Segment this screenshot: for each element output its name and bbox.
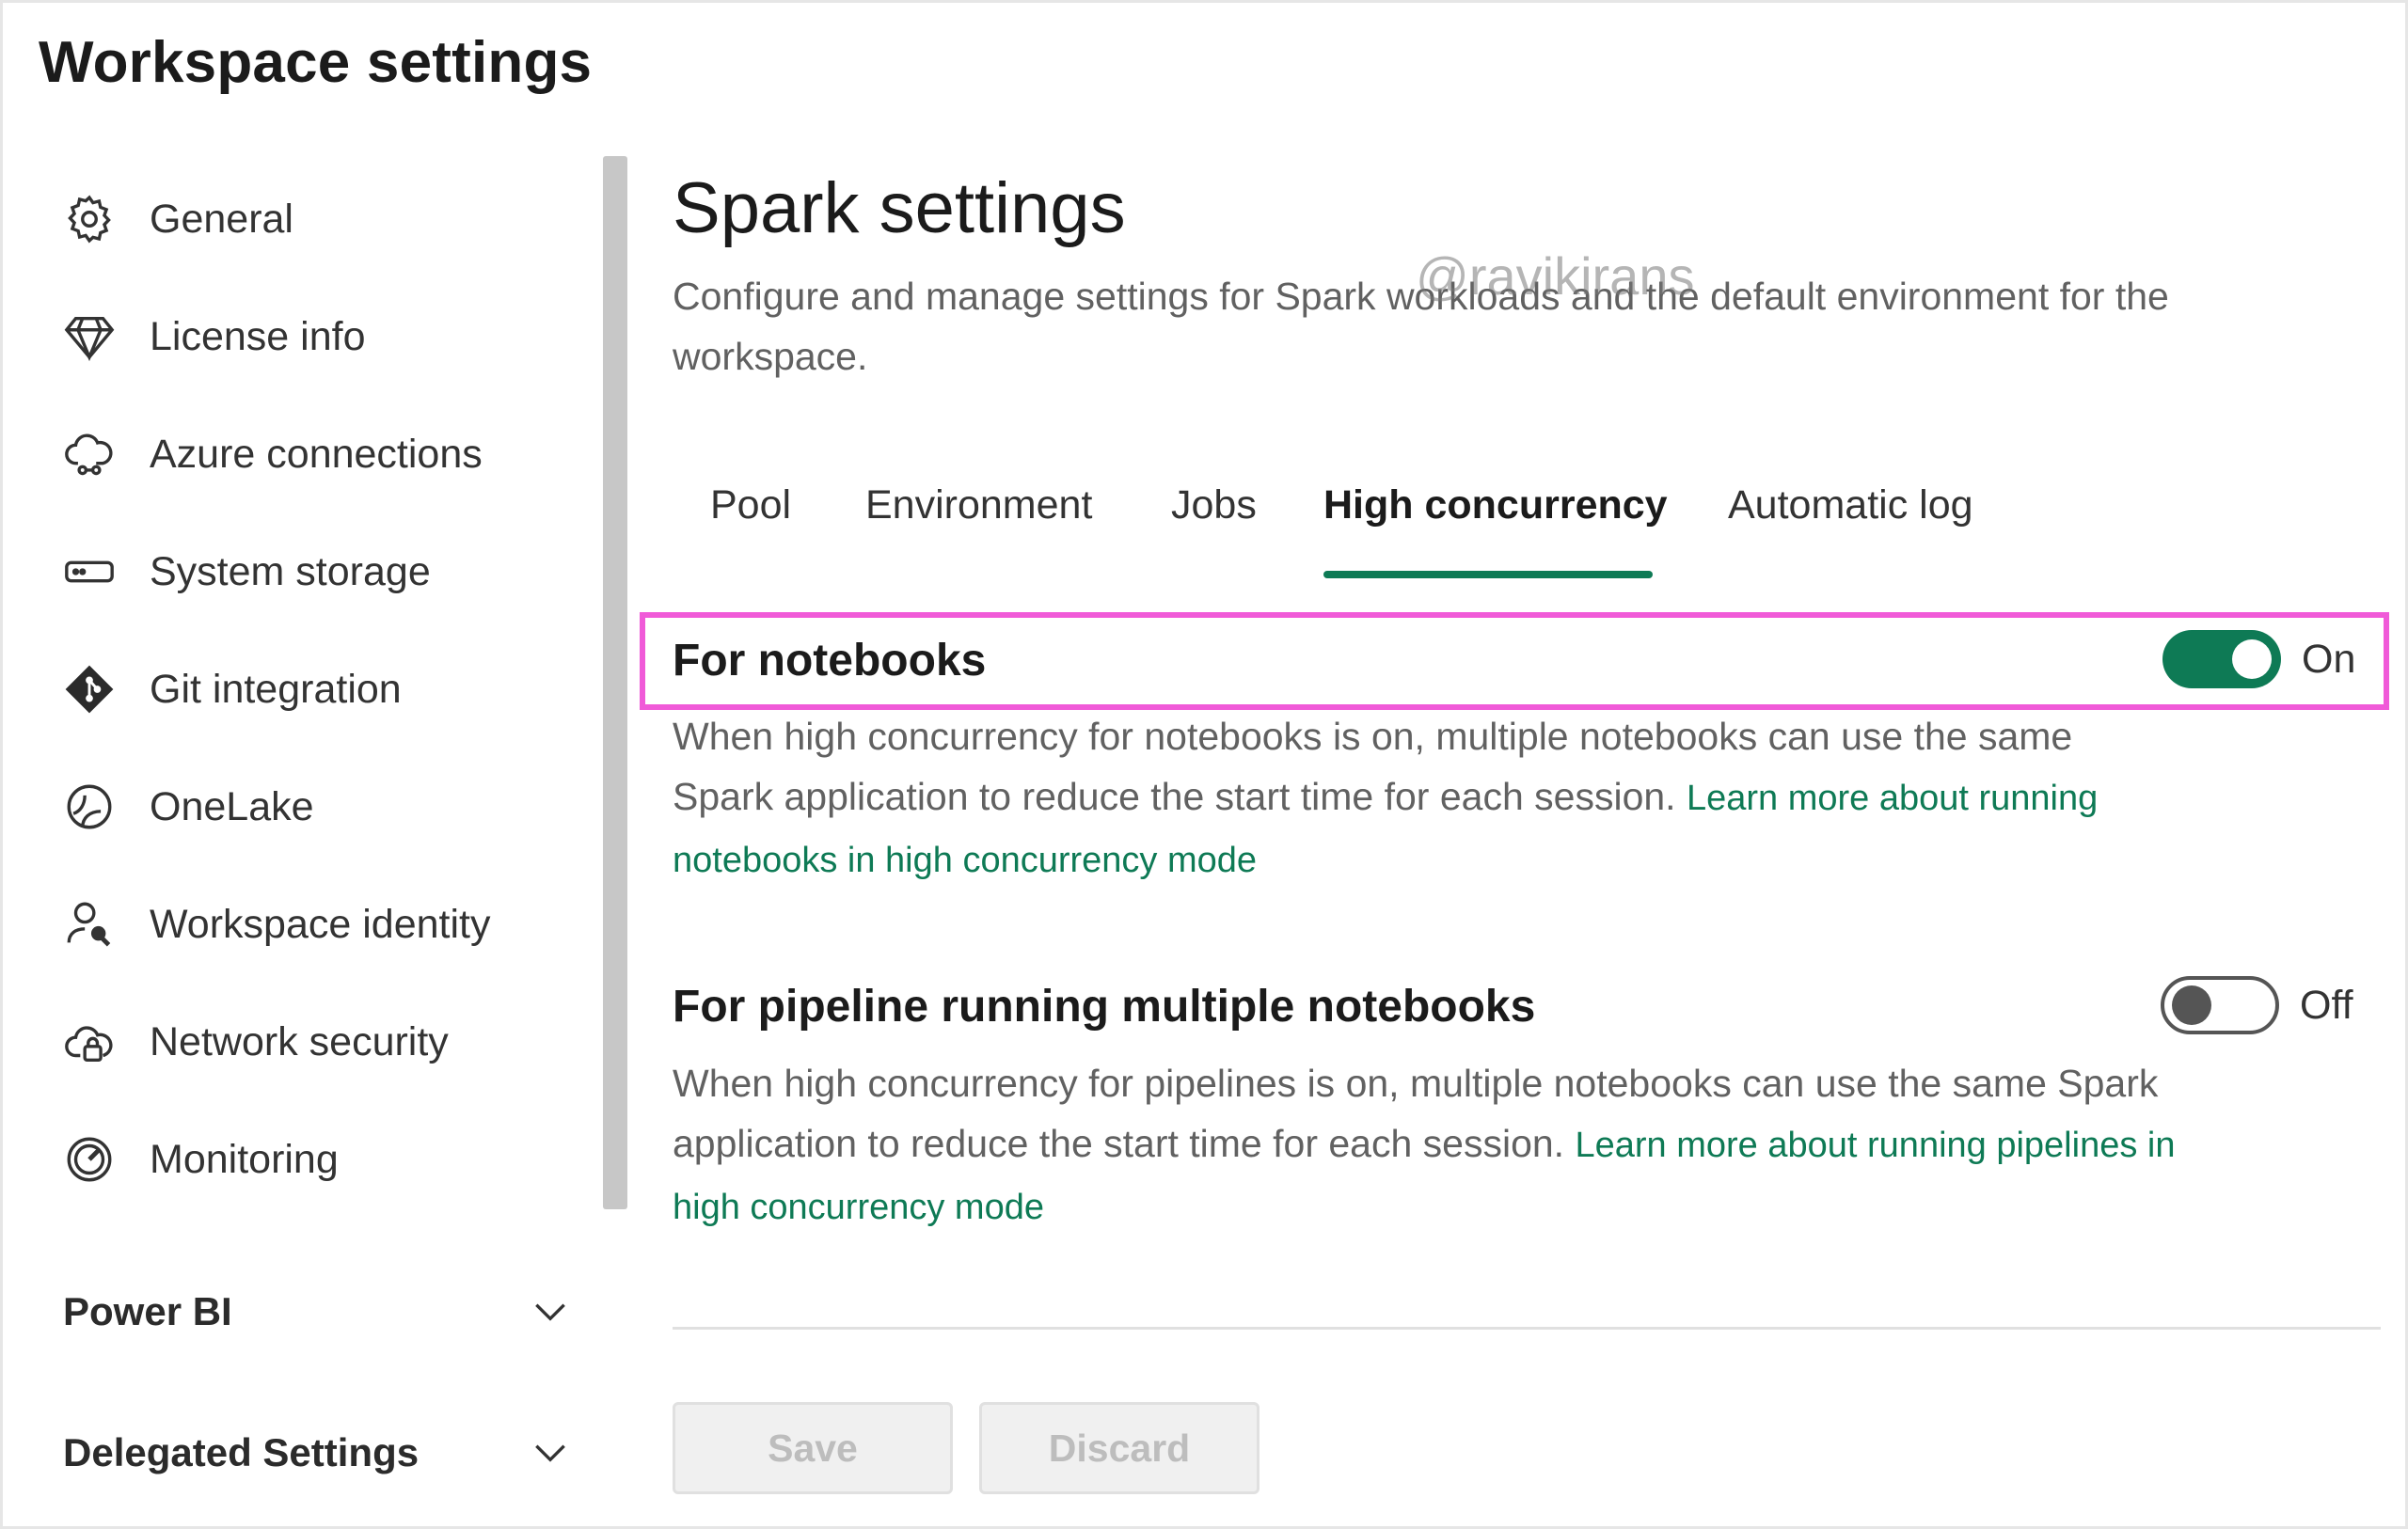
identity-key-icon — [59, 894, 119, 954]
notebooks-toggle-state: On — [2302, 637, 2356, 682]
tab-environment[interactable]: Environment — [865, 482, 1092, 576]
sidebar-item-label: Monitoring — [150, 1136, 339, 1182]
cloud-lock-icon — [59, 1012, 119, 1072]
onelake-icon — [59, 777, 119, 837]
settings-window: Workspace settings General License info … — [0, 0, 2408, 1529]
sidebar-item-label: OneLake — [150, 783, 314, 829]
sidebar: General License info Azure connections S… — [3, 158, 605, 1512]
sidebar-item-label: General — [150, 196, 293, 242]
chevron-down-icon — [535, 1303, 565, 1321]
sidebar-item-git-integration[interactable]: Git integration — [59, 647, 586, 732]
tab-high-concurrency[interactable]: High concurrency — [1323, 482, 1668, 576]
sidebar-item-label: Azure connections — [150, 431, 483, 477]
sidebar-item-azure-connections[interactable]: Azure connections — [59, 412, 586, 497]
page-title: Spark settings — [673, 168, 1126, 248]
sidebar-item-label: License info — [150, 313, 366, 359]
chevron-down-icon — [535, 1444, 565, 1462]
sidebar-item-system-storage[interactable]: System storage — [59, 529, 586, 614]
sidebar-item-monitoring[interactable]: Monitoring — [59, 1117, 586, 1202]
toggle-knob — [2232, 639, 2272, 679]
cloud-connection-icon — [59, 424, 119, 484]
tab-jobs[interactable]: Jobs — [1171, 482, 1257, 576]
section-label: Delegated Settings — [63, 1430, 420, 1474]
gear-icon — [59, 189, 119, 249]
active-tab-indicator — [1323, 571, 1653, 578]
tab-bar: Pool Environment Jobs High concurrency A… — [673, 482, 2366, 586]
sidebar-item-label: Workspace identity — [150, 901, 491, 947]
setting-description-pipelines: When high concurrency for pipelines is o… — [673, 1053, 2178, 1237]
footer-divider — [673, 1327, 2381, 1330]
setting-title-pipelines: For pipeline running multiple notebooks — [673, 982, 1536, 1032]
setting-description-notebooks: When high concurrency for notebooks is o… — [673, 706, 2178, 891]
pipelines-toggle[interactable] — [2161, 976, 2279, 1034]
setting-title-notebooks: For notebooks — [673, 636, 987, 686]
sidebar-item-label: Git integration — [150, 666, 402, 712]
tab-pool[interactable]: Pool — [710, 482, 791, 576]
sidebar-item-label: System storage — [150, 548, 431, 594]
diamond-icon — [59, 307, 119, 367]
section-label: Power BI — [63, 1289, 232, 1333]
sidebar-item-workspace-identity[interactable]: Workspace identity — [59, 882, 586, 967]
notebooks-toggle[interactable] — [2162, 630, 2281, 688]
sidebar-item-label: Network security — [150, 1018, 449, 1064]
toggle-knob — [2172, 985, 2211, 1025]
sidebar-scrollbar[interactable] — [603, 156, 627, 1209]
sidebar-item-onelake[interactable]: OneLake — [59, 764, 586, 849]
section-delegated-settings[interactable]: Delegated Settings — [63, 1411, 571, 1495]
pipelines-toggle-state: Off — [2300, 983, 2353, 1028]
gauge-icon — [59, 1129, 119, 1190]
sidebar-item-license-info[interactable]: License info — [59, 294, 586, 379]
sidebar-item-network-security[interactable]: Network security — [59, 1000, 586, 1084]
git-icon — [59, 659, 119, 719]
workspace-settings-title: Workspace settings — [39, 30, 593, 95]
tab-automatic-log[interactable]: Automatic log — [1728, 482, 1973, 576]
discard-button[interactable]: Discard — [979, 1402, 1259, 1494]
watermark: @ravikirans — [1416, 246, 1695, 306]
save-button[interactable]: Save — [673, 1402, 953, 1494]
section-power-bi[interactable]: Power BI — [63, 1269, 571, 1354]
sidebar-item-general[interactable]: General — [59, 177, 586, 261]
storage-icon — [59, 542, 119, 602]
